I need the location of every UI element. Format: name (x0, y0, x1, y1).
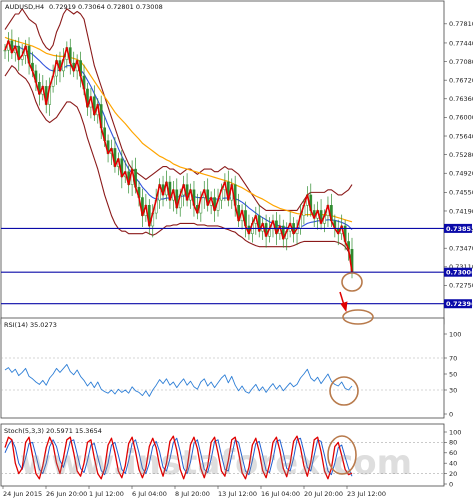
price-tick-label: 0.74920 (449, 170, 473, 178)
watermark: www.instaforex.com (20, 443, 412, 483)
price-tick-label: 0.76360 (449, 95, 473, 103)
stoch-tick-label: 20 (449, 470, 457, 478)
price-level-tag-label: 0.72396 (446, 300, 473, 308)
time-tick-label: 6 Jul 04:00 (132, 490, 167, 498)
price-tick-label: 0.75280 (449, 151, 473, 159)
stoch-tick-label: 60 (449, 449, 457, 457)
rsi-title: RSI(14) 35.0273 (4, 321, 57, 329)
rsi-tick-label: 70 (449, 354, 457, 362)
time-tick-label: 13 Jul 12:00 (218, 490, 257, 498)
symbol-label: AUDUSD,H4 (5, 3, 44, 11)
time-tick-label: 20 Jul 20:00 (304, 490, 343, 498)
quote-values: 0.72919 0.73064 0.72801 0.73008 (49, 3, 163, 11)
stoch-tick-label: 80 (449, 439, 457, 447)
stoch-tick-label: 0 (449, 480, 453, 488)
rsi-tick-label: 30 (449, 386, 457, 394)
price-tick-label: 0.77080 (449, 58, 473, 66)
time-tick-label: 23 Jul 12:00 (347, 490, 386, 498)
price-level-tag-label: 0.73853 (446, 225, 473, 233)
time-tick-label: 16 Jul 04:00 (261, 490, 300, 498)
time-tick-label: 1 Jul 12:00 (89, 490, 124, 498)
rsi-panel-frame (0, 317, 445, 419)
stoch-tick-label: 100 (449, 428, 461, 436)
price-tick-label: 0.74190 (449, 207, 473, 215)
rsi-tick-label: 50 (449, 370, 457, 378)
trading-chart: AUDUSD,H4 0.72919 0.73064 0.72801 0.7300… (0, 0, 473, 498)
price-tick-label: 0.76000 (449, 114, 473, 122)
price-tick-label: 0.75640 (449, 132, 473, 140)
rsi-tick-label: 100 (449, 330, 461, 338)
price-tick-label: 0.74550 (449, 189, 473, 197)
price-tick-label: 0.77810 (449, 20, 473, 28)
price-tick-label: 0.73470 (449, 245, 473, 253)
time-tick-label: 24 Jun 2015 (3, 490, 42, 498)
time-tick-label: 26 Jun 20:00 (46, 490, 87, 498)
price-tick-label: 0.72750 (449, 282, 473, 290)
price-tick-label: 0.77440 (449, 39, 473, 47)
price-tick-label: 0.76720 (449, 76, 473, 84)
stoch-tick-label: 40 (449, 460, 457, 468)
stoch-title: Stoch(5,3,3) 20.5971 15.3654 (4, 427, 102, 435)
rsi-tick-label: 0 (449, 410, 453, 418)
price-level-tag-label: 0.73006 (446, 269, 473, 277)
time-tick-label: 8 Jul 20:00 (175, 490, 210, 498)
